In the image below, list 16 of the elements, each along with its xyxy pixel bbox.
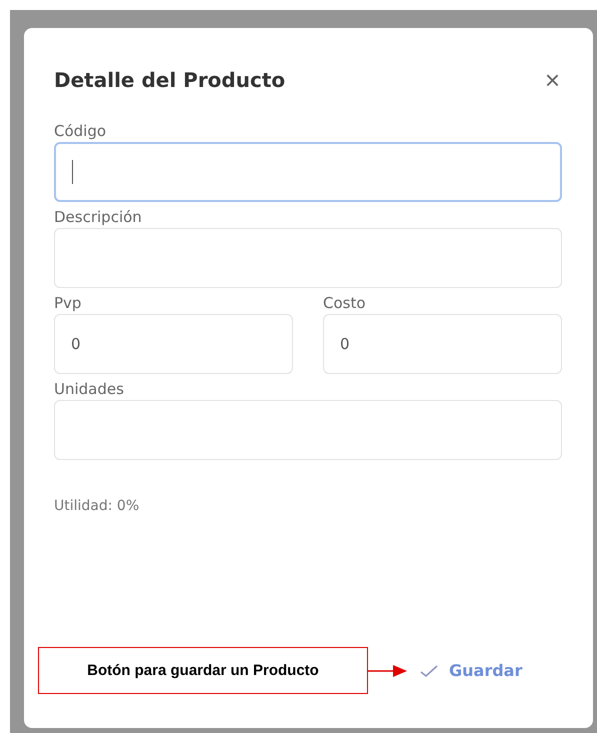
dialog-title: Detalle del Producto	[54, 68, 286, 92]
profit-text: Utilidad: 0%	[54, 498, 140, 514]
field-label: Código	[54, 121, 108, 142]
input-field[interactable]: 0	[323, 314, 562, 374]
field-label: Pvp	[54, 293, 82, 314]
check-icon	[419, 664, 439, 678]
input-field[interactable]	[54, 228, 562, 288]
field-label: Unidades	[54, 379, 125, 400]
annotation-callout: Botón para guardar un Producto	[38, 647, 368, 694]
input-field[interactable]: 0	[54, 314, 293, 374]
input-field[interactable]	[54, 142, 562, 202]
close-button[interactable]: ×	[542, 67, 562, 93]
arrow-icon	[367, 664, 407, 678]
input-field[interactable]	[54, 400, 562, 460]
field-label: Descripción	[54, 207, 143, 228]
field-label: Costo	[323, 293, 367, 314]
